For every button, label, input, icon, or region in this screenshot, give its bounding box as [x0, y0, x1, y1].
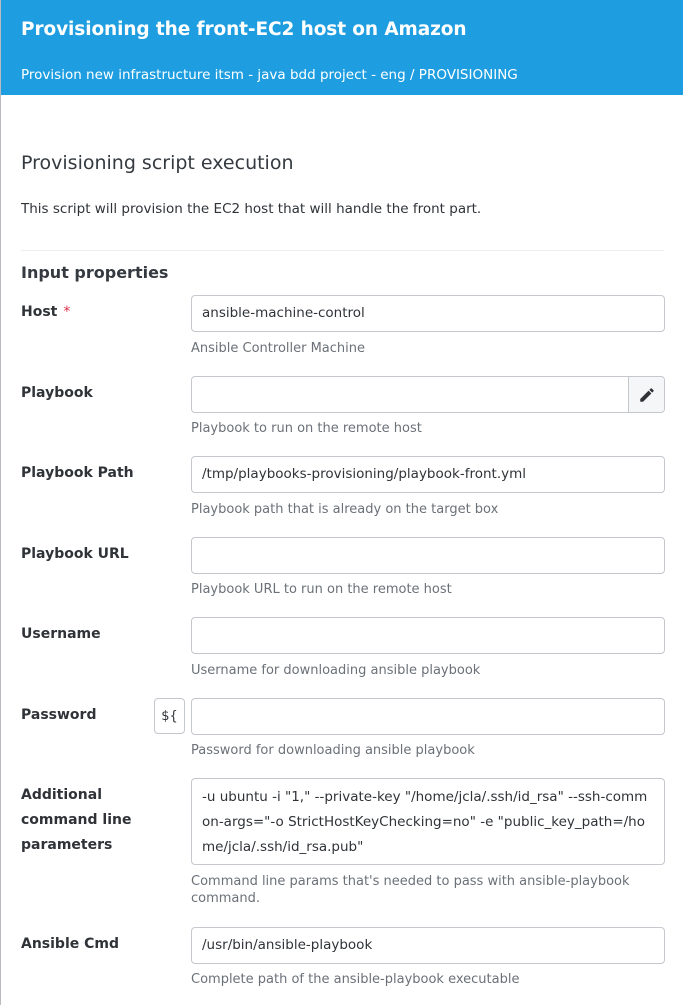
playbook-url-label: Playbook URL — [21, 546, 129, 562]
ansible-cmd-hint: Complete path of the ansible-playbook ex… — [191, 972, 520, 987]
pencil-icon — [639, 387, 654, 402]
ansible-cmd-input[interactable]: /usr/bin/ansible-playbook — [191, 927, 665, 964]
section-description: This script will provision the EC2 host … — [21, 201, 482, 217]
section-title: Provisioning script execution — [21, 152, 294, 174]
playbook-url-input[interactable] — [191, 537, 665, 574]
dialog-header: Provisioning the front-EC2 host on Amazo… — [1, 0, 683, 95]
username-hint: Username for downloading ansible playboo… — [191, 663, 481, 678]
section-divider — [21, 250, 664, 251]
playbook-path-hint: Playbook path that is already on the tar… — [191, 502, 499, 517]
host-input[interactable]: ansible-machine-control — [191, 295, 665, 332]
additional-params-label: Additional command line parameters — [21, 787, 132, 853]
additional-params-hint: Command line params that's needed to pas… — [191, 874, 630, 906]
dialog-title: Provisioning the front-EC2 host on Amazo… — [21, 19, 467, 40]
host-label-text: Host — [21, 304, 58, 320]
host-label: Host * — [21, 300, 70, 325]
playbook-input[interactable] — [191, 376, 665, 413]
password-variable-button[interactable]: ${ — [154, 698, 185, 734]
playbook-edit-button[interactable] — [628, 377, 664, 412]
username-input[interactable] — [191, 617, 665, 654]
playbook-hint: Playbook to run on the remote host — [191, 421, 422, 436]
input-properties-title: Input properties — [21, 263, 169, 282]
username-label: Username — [21, 626, 101, 642]
playbook-path-label: Playbook Path — [21, 465, 134, 481]
password-hint: Password for downloading ansible playboo… — [191, 743, 475, 758]
host-hint: Ansible Controller Machine — [191, 341, 366, 356]
ansible-cmd-label: Ansible Cmd — [21, 936, 120, 952]
playbook-path-input[interactable]: /tmp/playbooks-provisioning/playbook-fro… — [191, 456, 665, 493]
password-label: Password — [21, 707, 97, 723]
additional-params-textarea[interactable]: -u ubuntu -i "1," --private-key "/home/j… — [191, 778, 665, 865]
provisioning-dialog: Provisioning the front-EC2 host on Amazo… — [0, 0, 683, 1005]
password-input[interactable] — [191, 698, 665, 735]
playbook-url-hint: Playbook URL to run on the remote host — [191, 582, 452, 597]
dialog-breadcrumb: Provision new infrastructure itsm - java… — [21, 67, 518, 83]
playbook-label: Playbook — [21, 385, 93, 401]
required-marker: * — [63, 304, 71, 320]
